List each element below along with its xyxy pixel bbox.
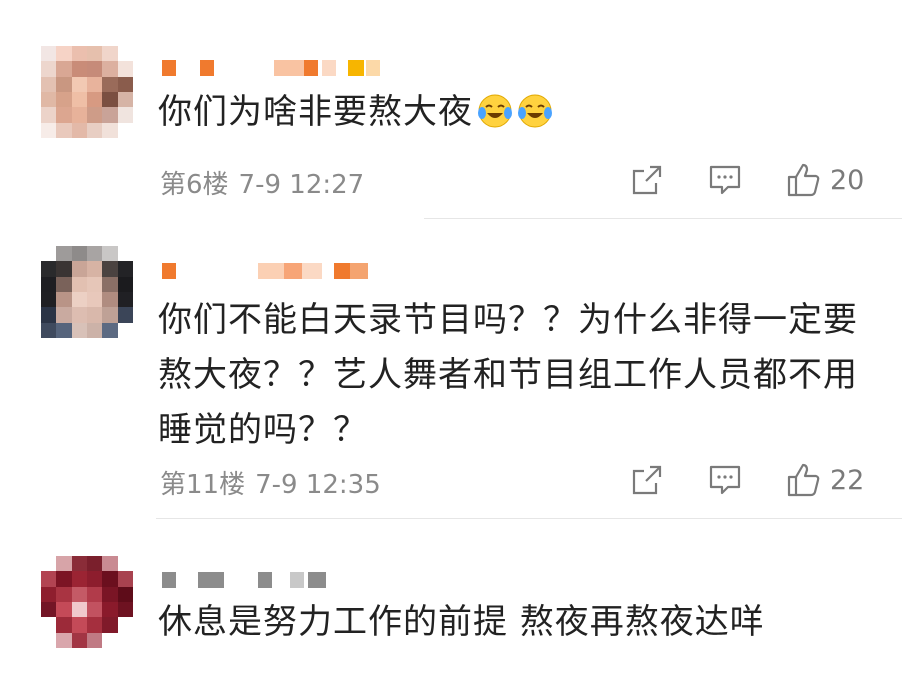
- comment-meta: 第11楼 7-9 12:35: [160, 464, 381, 501]
- comment-text: 你们不能白天录节目吗？？为什么非得一定要熬大夜？？艺人舞者和节目组工作人员都不用…: [158, 293, 888, 458]
- thumbs-up-icon: [787, 163, 820, 197]
- username[interactable]: [162, 572, 342, 590]
- comment-body: 休息是努力工作的前提 熬夜再熬夜达咩: [158, 602, 765, 642]
- like-count: 22: [830, 464, 865, 496]
- username[interactable]: [162, 263, 372, 281]
- floor-number: 第11楼: [160, 470, 246, 500]
- avatar[interactable]: [41, 556, 133, 648]
- timestamp: 7-9 12:27: [238, 170, 365, 200]
- divider: [424, 218, 902, 219]
- share-button[interactable]: [630, 160, 664, 200]
- avatar[interactable]: [41, 246, 133, 338]
- share-button[interactable]: [630, 460, 664, 500]
- comment-body: 你们为啥非要熬大夜: [158, 92, 473, 132]
- reply-button[interactable]: [708, 160, 742, 200]
- laugh-cry-emoji-icon: [477, 91, 513, 128]
- comment-meta: 第6楼 7-9 12:27: [160, 164, 364, 201]
- comment-icon: [709, 465, 741, 495]
- username[interactable]: [162, 60, 392, 78]
- like-button[interactable]: 20: [786, 160, 864, 200]
- laugh-cry-emoji-icon: [517, 91, 553, 128]
- timestamp: 7-9 12:35: [255, 470, 381, 500]
- reply-button[interactable]: [708, 460, 742, 500]
- floor-number: 第6楼: [160, 170, 229, 200]
- divider: [156, 518, 902, 519]
- comment-body: 你们不能白天录节目吗？？为什么非得一定要熬大夜？？艺人舞者和节目组工作人员都不用…: [158, 300, 858, 450]
- thumbs-up-icon: [787, 463, 820, 497]
- avatar[interactable]: [41, 46, 133, 138]
- comment-text: 休息是努力工作的前提 熬夜再熬夜达咩: [158, 595, 888, 650]
- like-button[interactable]: 22: [786, 460, 864, 500]
- comment-text: 你们为啥非要熬大夜: [158, 85, 888, 140]
- like-count: 20: [830, 164, 865, 196]
- share-icon: [632, 465, 662, 495]
- share-icon: [632, 165, 662, 195]
- comment-icon: [709, 165, 741, 195]
